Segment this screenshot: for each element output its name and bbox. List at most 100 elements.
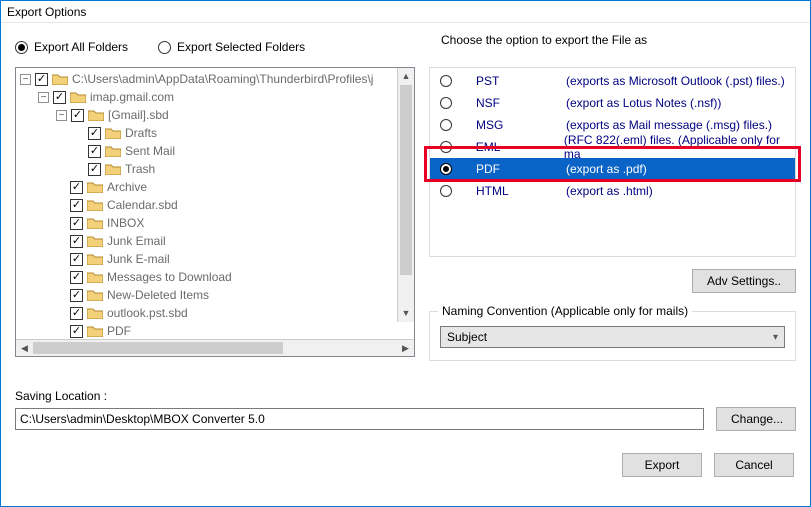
format-name: HTML: [476, 184, 566, 198]
checkbox[interactable]: [70, 181, 83, 194]
checkbox[interactable]: [88, 145, 101, 158]
checkbox[interactable]: [35, 73, 48, 86]
format-name: EML: [476, 140, 564, 154]
tree-row-inbox[interactable]: INBOX: [16, 214, 414, 232]
change-button[interactable]: Change...: [716, 407, 796, 431]
checkbox[interactable]: [70, 307, 83, 320]
format-list: PST (exports as Microsoft Outlook (.pst)…: [429, 67, 796, 257]
tree-row-junk-email2[interactable]: Junk E-mail: [16, 250, 414, 268]
format-header: Choose the option to export the File as: [441, 33, 647, 47]
checkbox[interactable]: [70, 325, 83, 338]
saving-location-label: Saving Location :: [15, 389, 796, 403]
checkbox[interactable]: [88, 163, 101, 176]
adv-settings-button[interactable]: Adv Settings..: [692, 269, 796, 293]
saving-location-input[interactable]: [15, 408, 704, 430]
scroll-thumb[interactable]: [33, 342, 283, 354]
vertical-scrollbar[interactable]: ▲ ▼: [397, 68, 414, 322]
tree-row-gmail[interactable]: − [Gmail].sbd: [16, 106, 414, 124]
folder-icon: [52, 73, 68, 85]
radio-icon: [440, 141, 452, 153]
horizontal-scrollbar[interactable]: ◀ ▶: [16, 339, 414, 356]
folder-icon: [87, 199, 103, 211]
tree-label: Messages to Download: [107, 270, 232, 284]
tree-row-messages-download[interactable]: Messages to Download: [16, 268, 414, 286]
export-button[interactable]: Export: [622, 453, 702, 477]
cancel-button[interactable]: Cancel: [714, 453, 794, 477]
folder-icon: [105, 127, 121, 139]
tree-label: C:\Users\admin\AppData\Roaming\Thunderbi…: [72, 72, 373, 86]
folder-icon: [87, 289, 103, 301]
radio-icon: [440, 75, 452, 87]
tree-label: outlook.pst.sbd: [107, 306, 188, 320]
folder-icon: [87, 217, 103, 229]
tree-row-calendar[interactable]: Calendar.sbd: [16, 196, 414, 214]
checkbox[interactable]: [70, 289, 83, 302]
export-all-label: Export All Folders: [34, 40, 128, 54]
format-name: MSG: [476, 118, 566, 132]
collapse-icon[interactable]: −: [38, 92, 49, 103]
collapse-icon[interactable]: −: [20, 74, 31, 85]
tree-label: PDF: [107, 324, 131, 338]
folder-icon: [87, 235, 103, 247]
format-row-eml[interactable]: EML (RFC 822(.eml) files. (Applicable on…: [430, 136, 795, 158]
tree-row-root[interactable]: − C:\Users\admin\AppData\Roaming\Thunder…: [16, 70, 414, 88]
format-row-pdf[interactable]: PDF (export as .pdf): [430, 158, 795, 180]
format-row-pst[interactable]: PST (exports as Microsoft Outlook (.pst)…: [430, 70, 795, 92]
format-row-html[interactable]: HTML (export as .html): [430, 180, 795, 202]
scroll-up-icon[interactable]: ▲: [398, 68, 414, 85]
checkbox[interactable]: [70, 235, 83, 248]
format-desc: (export as Lotus Notes (.nsf)): [566, 96, 721, 110]
radio-icon: [440, 163, 452, 175]
tree-label: Sent Mail: [125, 144, 175, 158]
tree-row-drafts[interactable]: Drafts: [16, 124, 414, 142]
tree-row-pdf[interactable]: PDF: [16, 322, 414, 339]
checkbox[interactable]: [70, 253, 83, 266]
format-desc: (exports as Microsoft Outlook (.pst) fil…: [566, 74, 785, 88]
format-name: PST: [476, 74, 566, 88]
checkbox[interactable]: [88, 127, 101, 140]
tree-row-trash[interactable]: Trash: [16, 160, 414, 178]
tree-label: INBOX: [107, 216, 144, 230]
format-name: PDF: [476, 162, 566, 176]
tree-label: [Gmail].sbd: [108, 108, 169, 122]
tree-row-archive[interactable]: Archive: [16, 178, 414, 196]
checkbox[interactable]: [71, 109, 84, 122]
folder-icon: [87, 271, 103, 283]
tree-label: Trash: [125, 162, 155, 176]
tree-label: imap.gmail.com: [90, 90, 174, 104]
radio-icon: [158, 41, 171, 54]
folder-icon: [87, 325, 103, 337]
export-selected-radio[interactable]: Export Selected Folders: [158, 40, 305, 54]
naming-value: Subject: [447, 330, 487, 344]
naming-convention-select[interactable]: Subject ▾: [440, 326, 785, 348]
checkbox[interactable]: [53, 91, 66, 104]
tree-row-junk-email[interactable]: Junk Email: [16, 232, 414, 250]
scroll-thumb[interactable]: [400, 85, 412, 275]
scroll-right-icon[interactable]: ▶: [397, 340, 414, 356]
checkbox[interactable]: [70, 271, 83, 284]
scroll-left-icon[interactable]: ◀: [16, 340, 33, 356]
checkbox[interactable]: [70, 217, 83, 230]
radio-icon: [440, 119, 452, 131]
folder-icon: [87, 181, 103, 193]
tree-row-imap[interactable]: − imap.gmail.com: [16, 88, 414, 106]
tree-label: Archive: [107, 180, 147, 194]
checkbox[interactable]: [70, 199, 83, 212]
folder-icon: [105, 163, 121, 175]
radio-icon: [15, 41, 28, 54]
chevron-down-icon: ▾: [773, 332, 778, 343]
tree-label: Junk E-mail: [107, 252, 170, 266]
scroll-down-icon[interactable]: ▼: [398, 305, 414, 322]
tree-row-outlook-pst[interactable]: outlook.pst.sbd: [16, 304, 414, 322]
collapse-icon[interactable]: −: [56, 110, 67, 121]
format-desc: (export as .pdf): [566, 162, 647, 176]
tree-row-new-deleted[interactable]: New-Deleted Items: [16, 286, 414, 304]
folder-icon: [70, 91, 86, 103]
naming-convention-group: Naming Convention (Applicable only for m…: [429, 311, 796, 361]
format-row-nsf[interactable]: NSF (export as Lotus Notes (.nsf)): [430, 92, 795, 114]
export-all-radio[interactable]: Export All Folders: [15, 40, 128, 54]
tree-row-sent[interactable]: Sent Mail: [16, 142, 414, 160]
folder-tree[interactable]: − C:\Users\admin\AppData\Roaming\Thunder…: [15, 67, 415, 357]
format-name: NSF: [476, 96, 566, 110]
folder-icon: [105, 145, 121, 157]
